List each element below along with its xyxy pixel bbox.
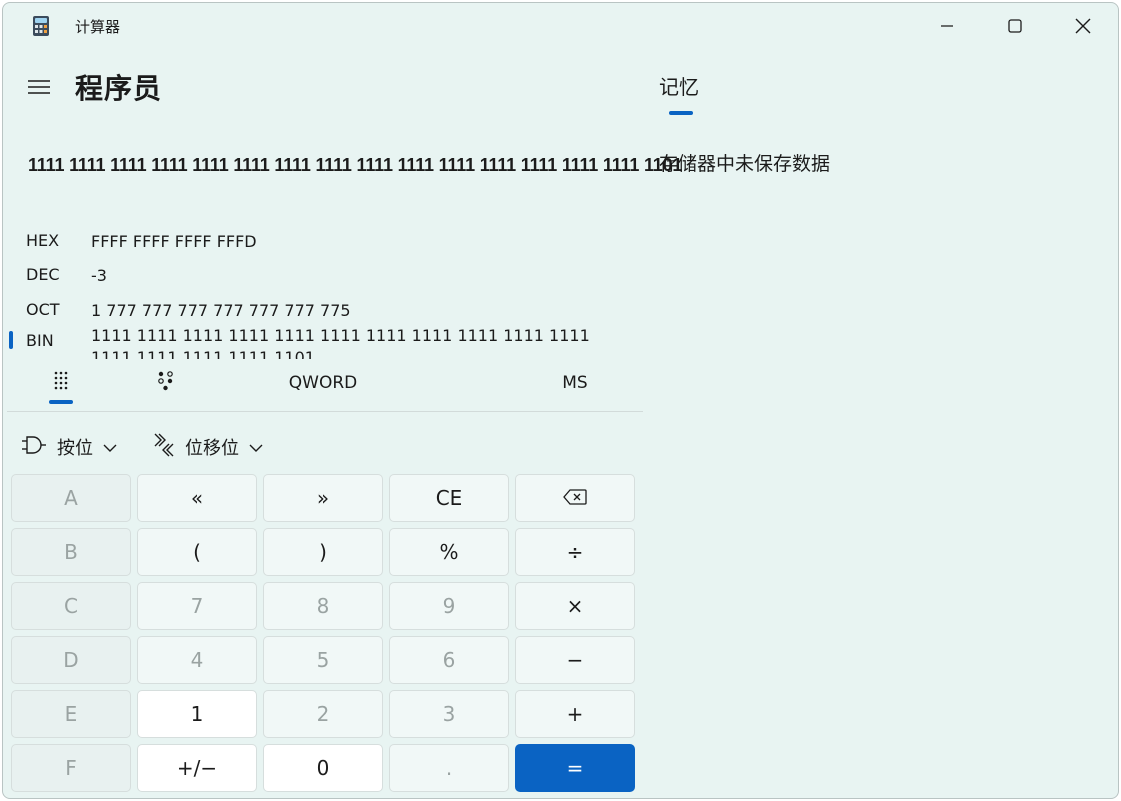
- bitshift-label: 位移位: [185, 438, 239, 459]
- calculator-window: 计算器 程序员 记忆 存储器中未保存数据 1111 1111 1111 1111…: [2, 2, 1119, 799]
- toolbar-divider: [7, 411, 643, 412]
- close-icon: [1075, 18, 1091, 34]
- radix-label: DEC: [26, 265, 60, 284]
- key-divide[interactable]: ÷: [515, 528, 635, 576]
- minimize-icon: [940, 19, 954, 33]
- radix-value: -3: [91, 266, 107, 285]
- key-b[interactable]: B: [11, 528, 131, 576]
- active-radix-indicator: [9, 331, 13, 349]
- maximize-icon: [1008, 19, 1022, 33]
- key-3[interactable]: 3: [389, 690, 509, 738]
- radix-row-dec[interactable]: DEC -3: [3, 259, 643, 289]
- backspace-icon: [563, 486, 587, 510]
- key-9[interactable]: 9: [389, 582, 509, 630]
- bit-shift-icon: [153, 432, 175, 463]
- keypad-tab-indicator: [49, 400, 73, 404]
- key-backspace[interactable]: [515, 474, 635, 522]
- key-5[interactable]: 5: [263, 636, 383, 684]
- key-open-paren[interactable]: (: [137, 528, 257, 576]
- memory-empty-message: 存储器中未保存数据: [659, 153, 831, 175]
- radix-row-oct[interactable]: OCT 1 777 777 777 777 777 777 775: [3, 294, 643, 324]
- key-negate[interactable]: +/−: [137, 744, 257, 792]
- key-c[interactable]: C: [11, 582, 131, 630]
- key-e[interactable]: E: [11, 690, 131, 738]
- word-size-button[interactable]: QWORD: [273, 365, 373, 401]
- bit-toggling-keypad-icon: [157, 370, 175, 396]
- window-title: 计算器: [75, 18, 121, 36]
- full-keypad-button[interactable]: [43, 365, 79, 401]
- radix-value: 1111 1111 1111 1111 1111 1111 1111 1111 …: [91, 326, 590, 359]
- key-4[interactable]: 4: [137, 636, 257, 684]
- key-left-shift[interactable]: «: [137, 474, 257, 522]
- key-8[interactable]: 8: [263, 582, 383, 630]
- memory-tab[interactable]: 记忆: [659, 71, 699, 100]
- bit-toggling-keypad-button[interactable]: [148, 365, 184, 401]
- key-multiply[interactable]: ×: [515, 582, 635, 630]
- key-0[interactable]: 0: [263, 744, 383, 792]
- chevron-down-icon: [103, 437, 117, 458]
- key-a[interactable]: A: [11, 474, 131, 522]
- hamburger-icon: [28, 79, 50, 99]
- key-close-paren[interactable]: ): [263, 528, 383, 576]
- bitshift-dropdown[interactable]: 位移位: [153, 431, 263, 463]
- result-display: 1111 1111 1111 1111 1111 1111 1111 1111 …: [28, 155, 683, 175]
- chevron-down-icon: [249, 437, 263, 458]
- maximize-button[interactable]: [981, 3, 1049, 49]
- logic-gate-icon: [21, 434, 47, 461]
- key-6[interactable]: 6: [389, 636, 509, 684]
- radix-row-bin[interactable]: BIN 1111 1111 1111 1111 1111 1111 1111 1…: [3, 321, 643, 359]
- radix-label: OCT: [26, 300, 60, 319]
- key-right-shift[interactable]: »: [263, 474, 383, 522]
- key-modulo[interactable]: %: [389, 528, 509, 576]
- calculator-icon: [32, 15, 50, 37]
- key-7[interactable]: 7: [137, 582, 257, 630]
- close-button[interactable]: [1049, 3, 1117, 49]
- key-add[interactable]: +: [515, 690, 635, 738]
- key-subtract[interactable]: −: [515, 636, 635, 684]
- full-keypad-icon: [53, 371, 69, 396]
- memory-store-button[interactable]: MS: [543, 365, 607, 401]
- radix-value: 1 777 777 777 777 777 777 775: [91, 301, 351, 320]
- radix-value: FFFF FFFF FFFF FFFD: [91, 232, 257, 251]
- key-equals[interactable]: =: [515, 744, 635, 792]
- key-decimal[interactable]: .: [389, 744, 509, 792]
- key-f[interactable]: F: [11, 744, 131, 792]
- bitwise-dropdown[interactable]: 按位: [21, 431, 117, 463]
- mode-title: 程序员: [75, 72, 163, 105]
- radix-label: BIN: [26, 331, 54, 350]
- memory-tab-indicator: [669, 111, 693, 115]
- key-2[interactable]: 2: [263, 690, 383, 738]
- minimize-button[interactable]: [913, 3, 981, 49]
- key-d[interactable]: D: [11, 636, 131, 684]
- title-bar[interactable]: 计算器: [3, 3, 1118, 49]
- key-1[interactable]: 1: [137, 690, 257, 738]
- navigation-menu-button[interactable]: [21, 71, 57, 107]
- radix-row-hex[interactable]: HEX FFFF FFFF FFFF FFFD: [3, 225, 643, 255]
- key-clear-entry[interactable]: CE: [389, 474, 509, 522]
- radix-label: HEX: [26, 231, 60, 250]
- bitwise-label: 按位: [57, 438, 93, 459]
